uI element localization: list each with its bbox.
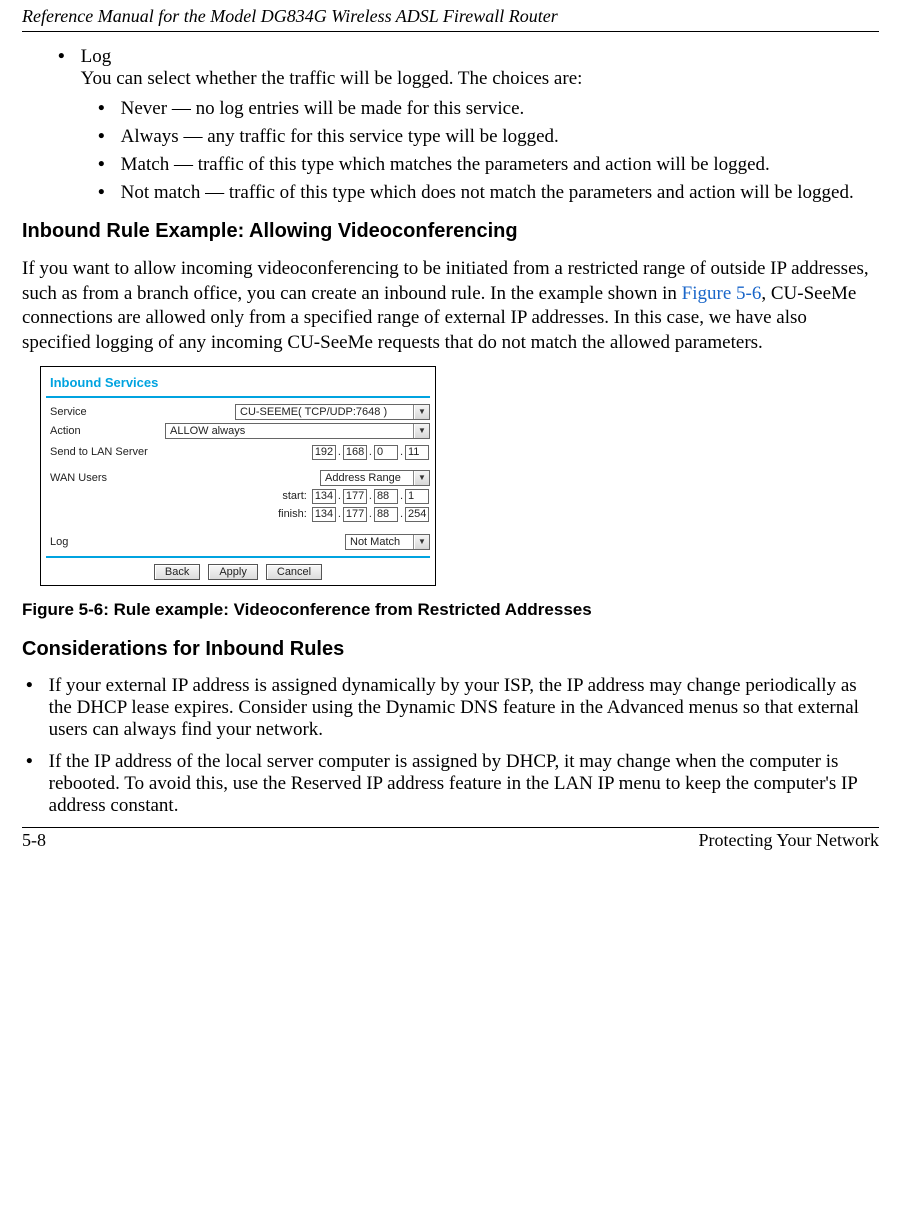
back-button[interactable]: Back — [154, 564, 200, 580]
action-value: ALLOW always — [166, 424, 414, 438]
cancel-button[interactable]: Cancel — [266, 564, 322, 580]
start-oct3[interactable]: 88 — [374, 489, 398, 504]
list-item: • Match — traffic of this type which mat… — [98, 154, 879, 176]
inbound-example-heading: Inbound Rule Example: Allowing Videoconf… — [22, 220, 879, 243]
log-select[interactable]: Not Match ▼ — [345, 534, 430, 550]
finish-oct1[interactable]: 134 — [312, 507, 336, 522]
start-oct4[interactable]: 1 — [405, 489, 429, 504]
log-label: Log — [46, 536, 180, 548]
log-choice-1: Always — any traffic for this service ty… — [121, 126, 879, 148]
start-label: start: — [282, 490, 306, 502]
panel-title: Inbound Services — [50, 375, 430, 390]
action-label: Action — [46, 425, 110, 437]
footer-rule — [22, 827, 879, 828]
doc-header: Reference Manual for the Model DG834G Wi… — [22, 0, 879, 31]
finish-oct2[interactable]: 177 — [343, 507, 367, 522]
consider-1: If the IP address of the local server co… — [49, 751, 879, 817]
page-number: 5-8 — [22, 830, 46, 851]
start-oct1[interactable]: 134 — [312, 489, 336, 504]
list-item: • Never — no log entries will be made fo… — [98, 98, 879, 120]
wanusers-label: WAN Users — [46, 472, 180, 484]
panel-bottom-rule — [46, 556, 430, 558]
sendto-oct2[interactable]: 168 — [343, 445, 367, 460]
finish-oct3[interactable]: 88 — [374, 507, 398, 522]
log-item: • Log You can select whether the traffic… — [58, 46, 879, 90]
bullet-icon: • — [98, 154, 105, 176]
log-choice-3: Not match — traffic of this type which d… — [121, 182, 879, 204]
sendto-label: Send to LAN Server — [46, 446, 180, 458]
log-title: Log — [81, 46, 112, 67]
figure-caption: Figure 5-6: Rule example: Videoconferenc… — [22, 600, 879, 620]
apply-button[interactable]: Apply — [208, 564, 258, 580]
sendto-oct4[interactable]: 11 — [405, 445, 429, 460]
chevron-down-icon: ▼ — [414, 405, 429, 419]
considerations-heading: Considerations for Inbound Rules — [22, 638, 879, 661]
chevron-down-icon: ▼ — [414, 424, 429, 438]
wanusers-value: Address Range — [321, 471, 414, 485]
finish-label: finish: — [278, 508, 307, 520]
list-item: • Not match — traffic of this type which… — [98, 182, 879, 204]
service-select[interactable]: CU-SEEME( TCP/UDP:7648 ) ▼ — [235, 404, 430, 420]
chevron-down-icon: ▼ — [414, 471, 429, 485]
bullet-icon: • — [26, 751, 33, 817]
sendto-oct3[interactable]: 0 — [374, 445, 398, 460]
sendto-oct1[interactable]: 192 — [312, 445, 336, 460]
wanusers-select[interactable]: Address Range ▼ — [320, 470, 430, 486]
service-value: CU-SEEME( TCP/UDP:7648 ) — [236, 405, 414, 419]
footer-section: Protecting Your Network — [699, 830, 880, 851]
log-value: Not Match — [346, 535, 414, 549]
log-choice-2: Match — traffic of this type which match… — [121, 154, 879, 176]
finish-oct4[interactable]: 254 — [405, 507, 429, 522]
figure-reference-link[interactable]: Figure 5-6 — [682, 283, 762, 304]
list-item: • Always — any traffic for this service … — [98, 126, 879, 148]
action-select[interactable]: ALLOW always ▼ — [165, 423, 430, 439]
consider-0: If your external IP address is assigned … — [49, 675, 879, 741]
log-desc: You can select whether the traffic will … — [81, 68, 583, 89]
list-item: • If your external IP address is assigne… — [26, 675, 879, 741]
bullet-icon: • — [98, 126, 105, 148]
bullet-icon: • — [58, 46, 65, 90]
list-item: • If the IP address of the local server … — [26, 751, 879, 817]
panel-top-rule — [46, 396, 430, 398]
service-label: Service — [46, 406, 180, 418]
header-rule — [22, 31, 879, 32]
chevron-down-icon: ▼ — [414, 535, 429, 549]
inbound-services-panel: Inbound Services Service CU-SEEME( TCP/U… — [40, 366, 436, 586]
bullet-icon: • — [26, 675, 33, 741]
bullet-icon: • — [98, 98, 105, 120]
log-choice-0: Never — no log entries will be made for … — [121, 98, 879, 120]
inbound-paragraph: If you want to allow incoming videoconfe… — [22, 257, 879, 356]
bullet-icon: • — [98, 182, 105, 204]
start-oct2[interactable]: 177 — [343, 489, 367, 504]
